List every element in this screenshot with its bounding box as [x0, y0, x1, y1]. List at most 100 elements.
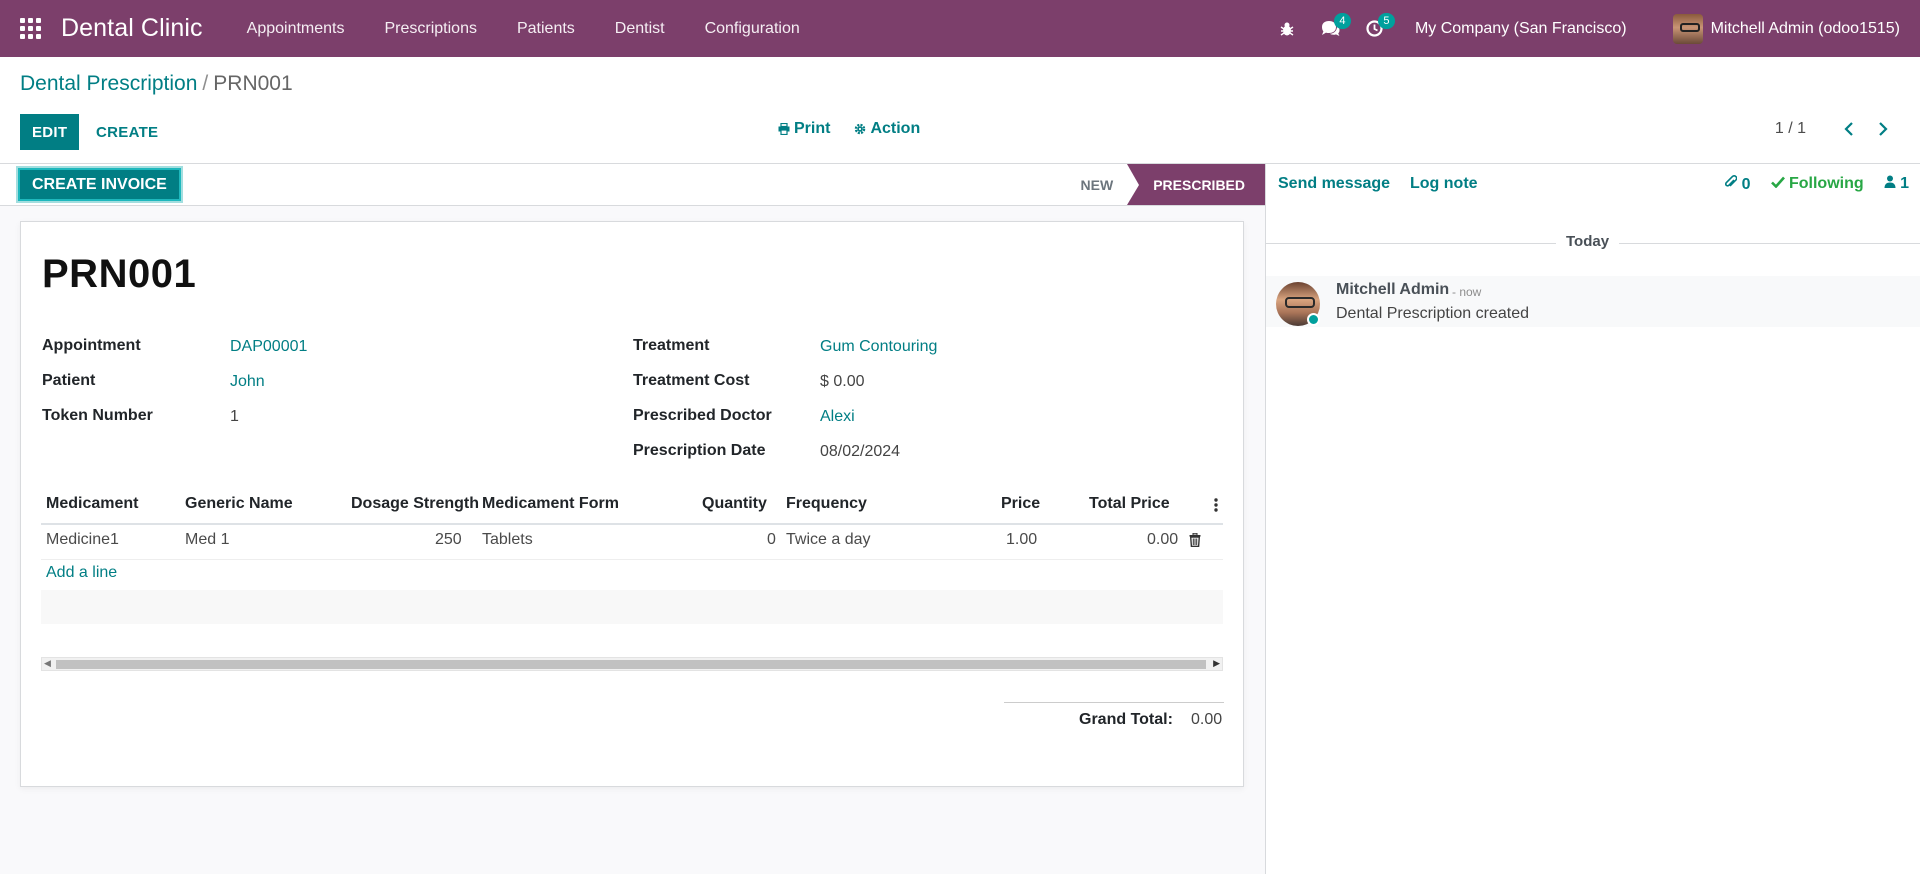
create-button[interactable]: CREATE: [84, 114, 170, 150]
message-author[interactable]: Mitchell Admin: [1336, 281, 1449, 299]
total-divider: [1004, 702, 1224, 703]
pager-previous-button[interactable]: [1832, 122, 1866, 136]
debug-button[interactable]: [1265, 0, 1309, 57]
field-label: Prescription Date: [633, 442, 766, 459]
chatter-panel: Send message Log note 0 Following 1 Toda…: [1265, 164, 1920, 874]
prescribed-doctor-link[interactable]: Alexi: [820, 408, 855, 426]
appointment-link[interactable]: DAP00001: [230, 338, 307, 356]
scroll-right-arrow-icon[interactable]: ▶: [1213, 658, 1220, 669]
column-header-frequency[interactable]: Frequency: [786, 495, 867, 513]
breadcrumb-separator: /: [202, 72, 209, 95]
table-horizontal-scrollbar[interactable]: ◀ ▶: [41, 657, 1223, 671]
field-label: Token Number: [42, 407, 153, 424]
treatment-link[interactable]: Gum Contouring: [820, 338, 937, 356]
attachments-count: 0: [1741, 176, 1751, 193]
scrollbar-thumb[interactable]: [56, 660, 1206, 669]
online-status-icon: [1307, 313, 1320, 326]
add-line-link[interactable]: Add a line: [46, 564, 117, 582]
chevron-left-icon: [1844, 122, 1853, 136]
menu-item-appointments[interactable]: Appointments: [227, 0, 365, 57]
messages-button[interactable]: 4: [1309, 0, 1353, 57]
user-avatar: [1672, 13, 1703, 44]
breadcrumb-parent[interactable]: Dental Prescription: [20, 72, 197, 95]
chatter-message: Mitchell Admin - now Dental Prescription…: [1266, 276, 1920, 327]
cell-total-price[interactable]: 0.00: [1147, 531, 1178, 549]
table-empty-row: [41, 590, 1223, 624]
treatment-cost-value: $ 0.00: [820, 373, 865, 390]
menu-item-dentist[interactable]: Dentist: [595, 0, 685, 57]
message-timestamp: - now: [1452, 285, 1482, 299]
message-body: Dental Prescription created: [1336, 305, 1529, 322]
print-menu[interactable]: Print: [778, 120, 830, 138]
field-label: Treatment: [633, 337, 710, 354]
user-icon: [1884, 175, 1896, 188]
record-title: PRN001: [42, 252, 197, 296]
column-header-medicament-form[interactable]: Medicament Form: [482, 495, 619, 513]
chatter-topbar: Send message Log note 0 Following 1: [1266, 164, 1920, 206]
following-button[interactable]: Following: [1770, 175, 1864, 194]
column-header-generic-name[interactable]: Generic Name: [185, 495, 293, 513]
column-header-medicament[interactable]: Medicament: [46, 495, 138, 513]
paperclip-icon: [1725, 175, 1738, 187]
menu-item-prescriptions[interactable]: Prescriptions: [364, 0, 496, 57]
control-panel: Dental Prescription / PRN001 EDIT CREATE P…: [0, 57, 1920, 164]
stage-pipeline: NEW PRESCRIBED: [1061, 164, 1265, 205]
apps-menu-icon[interactable]: [20, 17, 42, 40]
menu-item-patients[interactable]: Patients: [497, 0, 595, 57]
action-label: Action: [870, 120, 921, 137]
bug-icon: [1280, 22, 1294, 36]
print-label: Print: [794, 120, 831, 137]
form-statusbar: CREATE INVOICE NEW PRESCRIBED: [0, 164, 1265, 206]
scroll-left-arrow-icon[interactable]: ◀: [44, 658, 51, 669]
pager-next-button[interactable]: [1866, 122, 1900, 136]
pager: 1 / 1: [1775, 120, 1900, 138]
field-label: Appointment: [42, 337, 141, 354]
menu-item-configuration[interactable]: Configuration: [685, 0, 820, 57]
cell-medicament[interactable]: Medicine1: [46, 531, 119, 549]
cell-price[interactable]: 1.00: [1006, 531, 1037, 549]
column-header-price[interactable]: Price: [1001, 495, 1040, 513]
delete-row-trash-icon[interactable]: [1189, 533, 1201, 547]
user-name: Mitchell Admin (odoo1515): [1710, 19, 1900, 37]
patient-link[interactable]: John: [230, 373, 265, 391]
print-icon: [778, 123, 790, 135]
form-sheet: PRN001 Appointment DAP00001 Patient John…: [20, 221, 1244, 787]
stage-new[interactable]: NEW: [1061, 164, 1128, 205]
breadcrumb-current: PRN001: [213, 72, 293, 95]
cell-medicament-form[interactable]: Tablets: [482, 531, 533, 549]
check-icon: [1770, 176, 1785, 189]
activities-button[interactable]: 5: [1353, 0, 1397, 57]
stage-prescribed[interactable]: PRESCRIBED: [1127, 164, 1265, 205]
gear-icon: [855, 123, 866, 135]
action-menu[interactable]: Action: [854, 120, 920, 138]
column-header-quantity[interactable]: Quantity: [702, 495, 767, 513]
top-navbar: Dental Clinic Appointments Prescriptions…: [0, 0, 1920, 57]
cell-dosage-strength[interactable]: 250: [435, 531, 462, 549]
field-label: Patient: [42, 372, 96, 389]
column-header-dosage-strength[interactable]: Dosage Strength: [351, 495, 479, 513]
prescription-date-value: 08/02/2024: [820, 443, 901, 460]
app-brand[interactable]: Dental Clinic: [61, 14, 203, 43]
grand-total-value: 0.00: [1191, 711, 1223, 728]
cell-generic-name[interactable]: Med 1: [185, 531, 229, 549]
breadcrumb: Dental Prescription / PRN001: [20, 72, 293, 96]
company-switcher[interactable]: My Company (San Francisco): [1415, 20, 1627, 38]
pager-value[interactable]: 1 / 1: [1775, 120, 1806, 138]
send-message-button[interactable]: Send message: [1278, 175, 1390, 193]
edit-button[interactable]: EDIT: [20, 114, 80, 150]
systray: 4 5 My Company (San Francisco) Mitchell …: [1265, 0, 1920, 57]
grand-total-label: Grand Total:: [1079, 711, 1173, 728]
create-invoice-button[interactable]: CREATE INVOICE: [18, 168, 181, 201]
date-separator-label: Today: [1556, 233, 1620, 250]
column-header-total-price[interactable]: Total Price: [1089, 495, 1170, 513]
token-number-value: 1: [230, 408, 239, 425]
optional-columns-icon[interactable]: [1214, 498, 1218, 512]
main-menu: Appointments Prescriptions Patients Dent…: [227, 0, 820, 57]
user-menu[interactable]: Mitchell Admin (odoo1515): [1672, 13, 1900, 44]
attachments-button[interactable]: 0: [1725, 175, 1751, 194]
followers-button[interactable]: 1: [1884, 175, 1909, 194]
activities-count-badge: 5: [1377, 13, 1395, 29]
cell-frequency[interactable]: Twice a day: [786, 531, 870, 549]
log-note-button[interactable]: Log note: [1410, 175, 1478, 193]
cell-quantity[interactable]: 0: [767, 531, 776, 549]
